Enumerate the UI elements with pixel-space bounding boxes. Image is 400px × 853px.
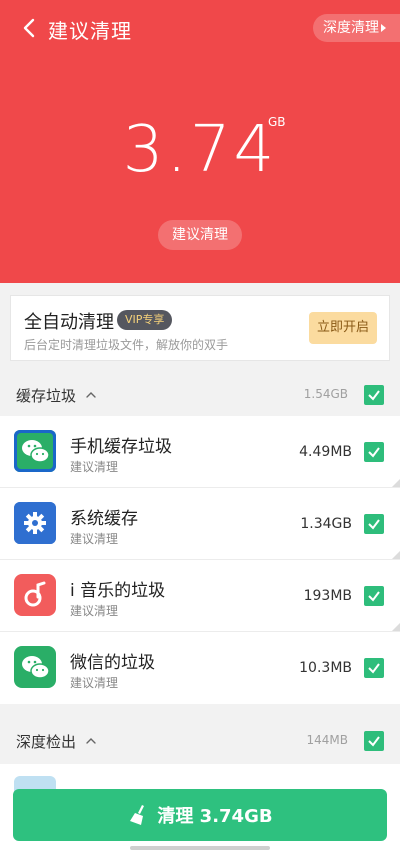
checkmark-icon: [368, 736, 380, 747]
auto-clean-subtitle: 后台定时清理垃圾文件，解放你的双手: [24, 338, 229, 352]
corner-mark: [392, 623, 400, 631]
corner-mark: [392, 479, 400, 487]
cache-section-checkbox[interactable]: [364, 385, 384, 405]
clean-button-label: 清理 3.74GB: [157, 806, 273, 827]
checkmark-icon: [368, 591, 380, 602]
item-size: 4.49MB: [299, 444, 352, 460]
list-item[interactable]: 手机缓存垃圾 建议清理 4.49MB: [0, 416, 400, 488]
page-title: 建议清理: [48, 19, 132, 43]
auto-clean-card: 全自动清理 VIP专享 后台定时清理垃圾文件，解放你的双手 立即开启: [10, 295, 390, 361]
cache-section-title: 缓存垃圾: [16, 387, 77, 405]
list-item[interactable]: 微信的垃圾 建议清理 10.3MB: [0, 632, 400, 704]
item-size: 193MB: [303, 588, 352, 604]
total-size-display: 3.74 GB: [0, 113, 400, 187]
checkmark-icon: [368, 519, 380, 530]
item-checkbox[interactable]: [364, 586, 384, 606]
deep-clean-label: 深度清理: [323, 20, 379, 36]
checkmark-icon: [368, 447, 380, 458]
item-size: 1.34GB: [300, 516, 352, 532]
cache-list: 手机缓存垃圾 建议清理 4.49MB 系统缓存 建议清理 1.34GB i 音乐…: [0, 416, 400, 704]
chevron-left-icon: [23, 18, 35, 38]
item-title: 系统缓存: [70, 509, 138, 529]
item-title: 手机缓存垃圾: [70, 437, 172, 457]
chevron-up-icon: [86, 738, 96, 744]
checkmark-icon: [368, 663, 380, 674]
caret-right-icon: [381, 24, 386, 32]
clean-button[interactable]: 清理 3.74GB: [13, 789, 387, 841]
item-title: i 音乐的垃圾: [70, 581, 166, 601]
chevron-up-icon: [86, 392, 96, 398]
total-size-unit: GB: [268, 115, 286, 129]
music-note-icon: [14, 574, 56, 616]
cache-section-header[interactable]: 缓存垃圾 1.54GB: [0, 373, 400, 417]
home-indicator: [130, 846, 270, 850]
deep-section-header[interactable]: 深度检出 144MB: [0, 719, 400, 763]
item-subtitle: 建议清理: [70, 604, 119, 618]
back-button[interactable]: [16, 14, 44, 42]
deep-clean-button[interactable]: 深度清理: [313, 14, 400, 42]
list-item[interactable]: 系统缓存 建议清理 1.34GB: [0, 488, 400, 560]
top-bar: 建议清理 深度清理: [0, 0, 400, 58]
item-checkbox[interactable]: [364, 658, 384, 678]
total-size-value: 3.74: [122, 113, 278, 187]
wechat-icon: [14, 646, 56, 688]
item-subtitle: 建议清理: [70, 532, 119, 546]
item-title: 微信的垃圾: [70, 653, 155, 673]
item-checkbox[interactable]: [364, 442, 384, 462]
item-size: 10.3MB: [299, 660, 352, 676]
enable-now-button[interactable]: 立即开启: [309, 312, 377, 344]
item-subtitle: 建议清理: [70, 460, 119, 474]
deep-section-checkbox[interactable]: [364, 731, 384, 751]
gear-icon: [14, 502, 56, 544]
list-item[interactable]: i 音乐的垃圾 建议清理 193MB: [0, 560, 400, 632]
corner-mark: [392, 551, 400, 559]
wechat-icon: [14, 430, 56, 472]
vip-badge: VIP专享: [117, 310, 173, 330]
auto-clean-title: 全自动清理: [24, 312, 114, 333]
deep-section-title: 深度检出: [16, 733, 77, 751]
suggest-clean-chip[interactable]: 建议清理: [158, 220, 242, 250]
cache-section-size: 1.54GB: [303, 387, 348, 401]
checkmark-icon: [368, 390, 380, 401]
hero-header: 建议清理 深度清理 3.74 GB 建议清理: [0, 0, 400, 283]
item-subtitle: 建议清理: [70, 676, 119, 690]
broom-icon: [130, 805, 145, 825]
item-checkbox[interactable]: [364, 514, 384, 534]
deep-section-size: 144MB: [306, 733, 349, 747]
